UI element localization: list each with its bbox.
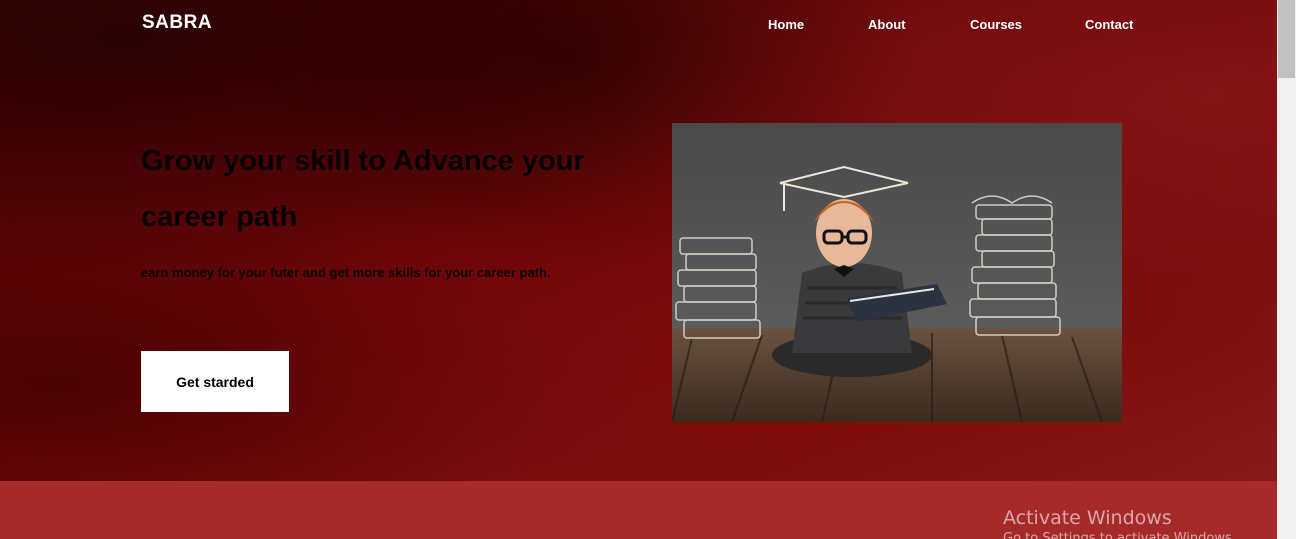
page: SABRA Home About Courses Contact Grow yo… [0, 0, 1296, 539]
main-nav: Home About Courses Contact [0, 17, 1277, 33]
nav-about-link[interactable]: About [868, 17, 906, 32]
child-reading-illustration [672, 123, 1122, 422]
hero-headline: Grow your skill to Advance your career p… [141, 145, 585, 233]
activate-windows-title: Activate Windows [1003, 507, 1172, 529]
hero-image [672, 123, 1122, 422]
vertical-scrollbar[interactable] [1277, 0, 1296, 539]
hero-subtext: earn money for your futer and get more s… [141, 265, 551, 280]
hero-section: SABRA Home About Courses Contact Grow yo… [0, 0, 1277, 481]
nav-home-link[interactable]: Home [768, 17, 804, 32]
get-started-button[interactable]: Get starded [141, 351, 289, 412]
activate-windows-subtitle: Go to Settings to activate Windows. [1003, 531, 1236, 539]
scrollbar-thumb[interactable] [1278, 0, 1295, 78]
nav-courses-link[interactable]: Courses [970, 17, 1022, 32]
nav-contact-link[interactable]: Contact [1085, 17, 1133, 32]
